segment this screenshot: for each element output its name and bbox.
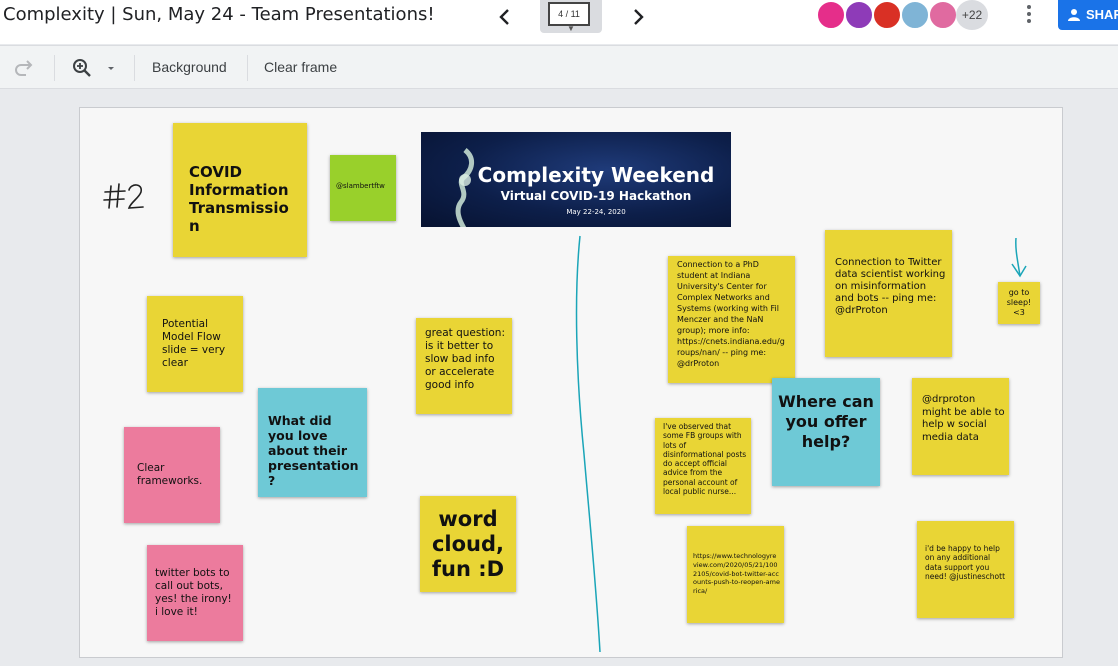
chevron-left-icon — [499, 9, 509, 25]
sticky-note[interactable]: @slambertftw — [330, 155, 396, 221]
avatar[interactable] — [816, 0, 846, 30]
more-collaborators-count[interactable]: +22 — [956, 0, 988, 30]
zoom-in-icon — [73, 59, 91, 77]
previous-frame-button[interactable] — [493, 6, 517, 28]
share-button[interactable]: SHARE — [1058, 0, 1118, 30]
redo-icon — [15, 60, 33, 76]
sticky-note[interactable]: COVID Information Transmission — [173, 123, 307, 257]
clear-frame-button[interactable]: Clear frame — [264, 59, 337, 75]
more-vert-icon — [1027, 5, 1031, 23]
document-title: Complexity | Sun, May 24 - Team Presenta… — [3, 4, 435, 25]
chevron-right-icon — [634, 9, 644, 25]
caret-down-icon — [108, 67, 114, 70]
sticky-note[interactable]: Connection to Twitter data scientist wor… — [825, 230, 952, 357]
sticky-note[interactable]: Clear frameworks. — [124, 427, 220, 523]
background-button[interactable]: Background — [152, 59, 227, 75]
avatar[interactable] — [900, 0, 930, 30]
next-frame-button[interactable] — [626, 6, 650, 28]
sticky-note[interactable]: @drproton might be able to help w social… — [912, 378, 1009, 475]
avatar[interactable] — [928, 0, 958, 30]
sticky-note[interactable]: Where can you offer help? — [772, 378, 880, 486]
redo-button[interactable] — [12, 56, 36, 80]
sticky-note[interactable]: great question: is it better to slow bad… — [416, 318, 512, 414]
banner-subtitle: Virtual COVID-19 Hackathon — [500, 189, 692, 203]
sticky-note[interactable]: Connection to a PhD student at Indiana U… — [668, 256, 795, 383]
sticky-note[interactable]: word cloud, fun :D — [420, 496, 516, 592]
share-label: SHARE — [1086, 7, 1118, 22]
complexity-weekend-banner[interactable]: Complexity Weekend Virtual COVID-19 Hack… — [421, 132, 731, 227]
sticky-note[interactable]: twitter bots to call out bots, yes! the … — [147, 545, 243, 641]
more-options-button[interactable] — [1019, 2, 1039, 26]
toolbar-divider — [247, 55, 248, 81]
toolbar-divider — [134, 55, 135, 81]
zoom-dropdown-button[interactable] — [104, 56, 118, 80]
handwritten-number[interactable] — [103, 180, 147, 212]
sticky-note[interactable]: Potential Model Flow slide = very clear — [147, 296, 243, 392]
frame-selector[interactable]: 4 / 11 ▼ — [540, 0, 602, 33]
sticky-note[interactable]: https://www.technologyreview.com/2020/05… — [687, 526, 784, 623]
frame-thumbnail: 4 / 11 — [548, 2, 590, 26]
zoom-button[interactable] — [70, 56, 94, 80]
avatar[interactable] — [872, 0, 902, 30]
person-add-icon — [1068, 9, 1080, 21]
banner-title: Complexity Weekend — [477, 163, 715, 187]
avatar[interactable] — [844, 0, 874, 30]
toolbar-divider — [54, 55, 55, 81]
drawn-arrow[interactable] — [1008, 236, 1032, 280]
sticky-note[interactable]: What did you love about their presentati… — [258, 388, 367, 497]
top-bar: Complexity | Sun, May 24 - Team Presenta… — [0, 0, 1118, 44]
frame-counter: 4 / 11 — [558, 9, 580, 19]
caret-down-icon: ▼ — [567, 24, 575, 33]
banner-date: May 22-24, 2020 — [566, 208, 626, 216]
sticky-note[interactable]: i'd be happy to help on any additional d… — [917, 521, 1014, 618]
sticky-note[interactable]: go to sleep! <3 — [998, 282, 1040, 324]
toolbar: Background Clear frame — [0, 45, 1118, 89]
sticky-note[interactable]: I've observed that some FB groups with l… — [655, 418, 751, 514]
drawn-divider-line[interactable] — [570, 234, 610, 654]
